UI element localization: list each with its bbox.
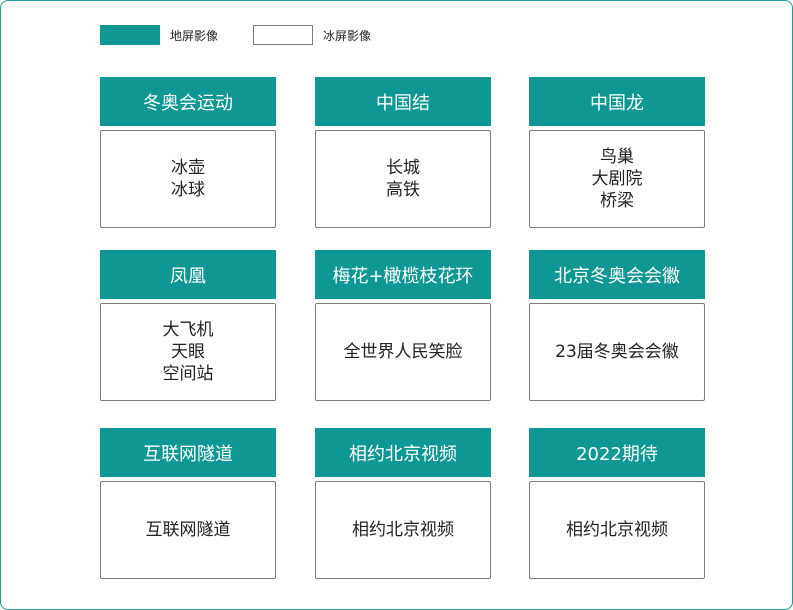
legend-ice-screen: 冰屏影像 <box>253 25 371 45</box>
node-header: 凤凰 <box>100 250 276 299</box>
node-body: 相约北京视频 <box>529 481 705 579</box>
node-card: 相约北京视频 相约北京视频 <box>315 428 491 579</box>
node-card: 冬奥会运动 冰壶 冰球 <box>100 77 276 228</box>
node-header: 相约北京视频 <box>315 428 491 477</box>
node-card: 中国龙 鸟巢 大剧院 桥梁 <box>529 77 705 228</box>
node-header: 梅花+橄榄枝花环 <box>315 250 491 299</box>
node-header: 中国结 <box>315 77 491 126</box>
node-item: 冰壶 <box>171 158 205 178</box>
legend-swatch-outline <box>253 25 313 45</box>
node-body: 23届冬奥会会徽 <box>529 303 705 401</box>
node-item: 大剧院 <box>591 169 643 189</box>
node-header: 北京冬奥会会徽 <box>529 250 705 299</box>
node-body: 互联网隧道 <box>100 481 276 579</box>
node-card: 中国结 长城 高铁 <box>315 77 491 228</box>
legend-swatch-filled <box>100 25 160 45</box>
legend-ground-screen: 地屏影像 <box>100 25 218 45</box>
node-body: 长城 高铁 <box>315 130 491 228</box>
node-header: 冬奥会运动 <box>100 77 276 126</box>
node-header: 中国龙 <box>529 77 705 126</box>
node-body: 全世界人民笑脸 <box>315 303 491 401</box>
node-card: 凤凰 大飞机 天眼 空间站 <box>100 250 276 401</box>
node-body: 相约北京视频 <box>315 481 491 579</box>
node-body: 大飞机 天眼 空间站 <box>100 303 276 401</box>
node-item: 相约北京视频 <box>566 520 668 540</box>
node-item: 长城 <box>386 158 420 178</box>
node-item: 冰球 <box>171 180 205 200</box>
node-item: 高铁 <box>386 180 420 200</box>
node-card: 梅花+橄榄枝花环 全世界人民笑脸 <box>315 250 491 401</box>
node-header: 2022期待 <box>529 428 705 477</box>
node-card: 2022期待 相约北京视频 <box>529 428 705 579</box>
node-item: 鸟巢 <box>600 147 634 167</box>
node-grid: 冬奥会运动 冰壶 冰球 中国结 长城 高铁 中国龙 鸟巢 大剧院 桥梁 凤凰 大… <box>100 77 705 579</box>
node-item: 相约北京视频 <box>352 520 454 540</box>
node-card: 互联网隧道 互联网隧道 <box>100 428 276 579</box>
node-item: 23届冬奥会会徽 <box>555 342 679 362</box>
legend-label: 冰屏影像 <box>323 28 372 43</box>
node-body: 冰壶 冰球 <box>100 130 276 228</box>
node-item: 天眼 <box>171 342 205 362</box>
legend-label: 地屏影像 <box>170 28 219 43</box>
node-header: 互联网隧道 <box>100 428 276 477</box>
node-body: 鸟巢 大剧院 桥梁 <box>529 130 705 228</box>
node-item: 大飞机 <box>162 320 214 340</box>
node-item: 空间站 <box>162 364 214 384</box>
node-card: 北京冬奥会会徽 23届冬奥会会徽 <box>529 250 705 401</box>
node-item: 互联网隧道 <box>145 520 231 540</box>
node-item: 全世界人民笑脸 <box>343 342 463 362</box>
node-item: 桥梁 <box>600 191 634 211</box>
